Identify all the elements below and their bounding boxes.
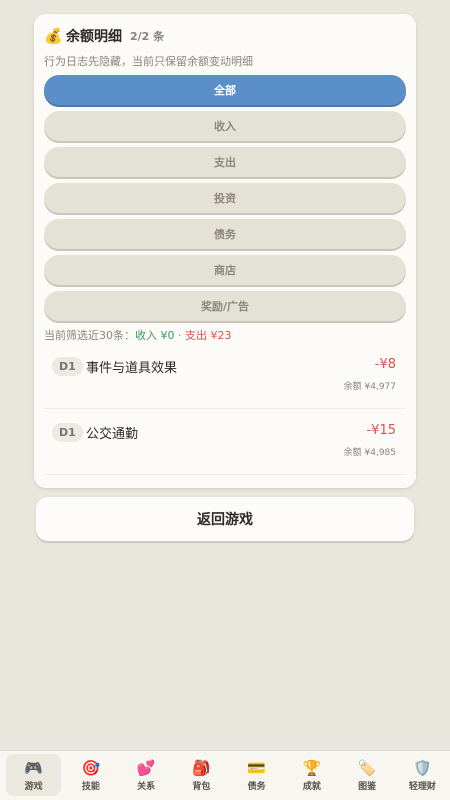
- nav-label: 背包: [192, 782, 211, 792]
- nav-label: 游戏: [24, 781, 43, 792]
- filter-shop-button[interactable]: 商店: [44, 255, 406, 285]
- filter-income-button[interactable]: 收入: [44, 111, 406, 141]
- day-badge: D1: [52, 357, 83, 376]
- entry-name: 事件与道具效果: [86, 361, 178, 376]
- summary-prefix: 当前筛选近30条：: [44, 329, 135, 342]
- nav-label: 关系: [137, 782, 156, 792]
- entry-amount: -¥8: [374, 357, 396, 372]
- entry-balance: 余额 ¥4,985: [343, 448, 396, 458]
- nav-item-game[interactable]: 🎮 游戏: [6, 754, 62, 796]
- nav-label: 债务: [247, 782, 266, 792]
- entry-balance: 余额 ¥4,977: [343, 382, 396, 392]
- filter-summary: 当前筛选近30条：收入 ¥0 · 支出 ¥23: [44, 327, 406, 343]
- list-item: D1 公交通勤 -¥15 余额 ¥4,985: [44, 417, 406, 475]
- nav-label: 图鉴: [358, 782, 377, 792]
- card-subtitle: 行为日志先隐藏，当前只保留余额变动明细: [44, 55, 253, 68]
- nav-item-backpack[interactable]: 🎒 背包: [174, 751, 229, 800]
- bottom-nav: 🎮 游戏 🎯 技能 💕 关系 🎒 背包 💳 债务 🏆 成就 🏷️ 图鉴 🛡️ 轻…: [0, 750, 450, 800]
- nav-label: 成就: [302, 782, 321, 792]
- hearts-icon: 💕: [136, 759, 156, 777]
- summary-expense: 支出 ¥23: [185, 329, 232, 342]
- card-header: 💰 余额明细 2/2 条: [44, 26, 406, 46]
- trophy-icon: 🏆: [302, 759, 322, 777]
- tag-icon: 🏷️: [357, 759, 377, 777]
- filter-invest-button[interactable]: 投资: [44, 183, 406, 213]
- nav-item-achievements[interactable]: 🏆 成就: [284, 751, 339, 800]
- nav-label: 技能: [81, 782, 100, 792]
- nav-item-collection[interactable]: 🏷️ 图鉴: [340, 751, 395, 800]
- summary-income: 收入 ¥0: [135, 329, 175, 342]
- list-item: D1 事件与道具效果 -¥8 余额 ¥4,977: [44, 351, 406, 409]
- gamepad-icon: 🎮: [24, 758, 43, 777]
- target-icon: 🎯: [81, 759, 101, 777]
- credit-card-icon: 💳: [247, 759, 266, 777]
- summary-separator: ·: [174, 329, 185, 342]
- nav-item-skills[interactable]: 🎯 技能: [63, 751, 118, 800]
- filter-reward-button[interactable]: 奖励/广告: [44, 291, 406, 321]
- filter-all-button[interactable]: 全部: [44, 75, 406, 105]
- card-title: 余额明细: [66, 29, 122, 45]
- nav-item-debt[interactable]: 💳 债务: [229, 751, 284, 800]
- nav-item-relations[interactable]: 💕 关系: [119, 751, 174, 800]
- entry-name: 公交通勤: [86, 427, 139, 442]
- shield-icon: 🛡️: [413, 759, 432, 777]
- nav-item-finance[interactable]: 🛡️ 轻理财: [395, 751, 450, 800]
- filter-expense-button[interactable]: 支出: [44, 147, 406, 177]
- money-bag-icon: 💰: [44, 27, 63, 45]
- entry-amount: -¥15: [366, 423, 396, 438]
- nav-label: 轻理财: [408, 782, 436, 792]
- balance-detail-card: 💰 余额明细 2/2 条 行为日志先隐藏，当前只保留余额变动明细 全部 收入 支…: [34, 14, 416, 488]
- filter-debt-button[interactable]: 债务: [44, 219, 406, 249]
- filter-list: 全部 收入 支出 投资 债务 商店 奖励/广告: [44, 75, 406, 321]
- back-to-game-button[interactable]: 返回游戏: [36, 497, 414, 541]
- record-count: 2/2 条: [130, 30, 165, 43]
- backpack-icon: 🎒: [192, 759, 211, 777]
- day-badge: D1: [52, 423, 83, 442]
